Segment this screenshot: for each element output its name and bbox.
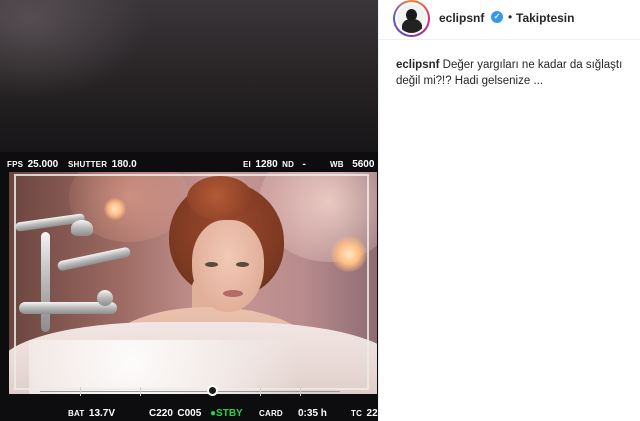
ei-label: EI bbox=[243, 160, 251, 169]
timeline-bar bbox=[40, 391, 340, 392]
timeline-tick bbox=[300, 387, 301, 396]
faucet-pipe bbox=[41, 232, 50, 332]
clip-left: C220 bbox=[149, 408, 173, 419]
faucet-head bbox=[71, 220, 93, 236]
battery-value: 13.7V bbox=[88, 408, 116, 419]
avatar[interactable] bbox=[393, 0, 430, 37]
ei-value: 1280 bbox=[255, 159, 278, 170]
nd-value: - bbox=[302, 159, 306, 170]
eye bbox=[236, 262, 249, 267]
hud-card-time: 0:35 h bbox=[298, 403, 327, 421]
caption-username[interactable]: eclipsnf bbox=[396, 59, 439, 71]
avatar-figure-body bbox=[402, 19, 422, 33]
stby-label: STBY bbox=[216, 408, 243, 419]
hud-card: CARD bbox=[259, 403, 283, 421]
post-header: eclipsnf ✓ • Takiptesin bbox=[379, 0, 640, 40]
fps-label: FPS bbox=[7, 160, 24, 169]
timecode-value: 22 bbox=[366, 408, 378, 419]
hud-stby: ●STBY bbox=[210, 403, 243, 421]
hud-wb: WB 5600 bbox=[330, 154, 374, 172]
hud-ei: EI 1280 ND - bbox=[243, 154, 306, 172]
hud-timecode: TC 22 bbox=[351, 403, 378, 421]
verified-badge-icon: ✓ bbox=[491, 11, 503, 23]
background-top bbox=[0, 0, 378, 152]
face bbox=[192, 220, 264, 312]
faucet-handle bbox=[97, 290, 113, 306]
timeline-knob bbox=[207, 385, 218, 396]
hud-clip: C220 C005 bbox=[149, 403, 201, 421]
hud-battery: BAT 13.7V bbox=[68, 403, 115, 421]
clip-right: C005 bbox=[177, 408, 202, 419]
card-value: 0:35 h bbox=[298, 408, 327, 419]
timeline-tick bbox=[140, 387, 141, 396]
foam bbox=[29, 340, 369, 394]
separator-dot: • bbox=[508, 10, 513, 24]
follow-button[interactable]: Takiptesin bbox=[516, 11, 574, 25]
battery-label: BAT bbox=[68, 409, 85, 418]
lips bbox=[223, 290, 243, 297]
viewfinder-image bbox=[9, 172, 377, 394]
avatar-border bbox=[395, 2, 428, 35]
post-media[interactable]: FPS 25.000 SHUTTER 180.0 EI 1280 ND - WB… bbox=[0, 0, 378, 421]
shutter-label: SHUTTER bbox=[68, 160, 108, 169]
wb-value: 5600 bbox=[352, 159, 375, 170]
shutter-value: 180.0 bbox=[111, 159, 137, 170]
hair-bun bbox=[187, 176, 253, 220]
hud-fps: FPS 25.000 bbox=[7, 154, 58, 172]
author-username[interactable]: eclipsnf bbox=[439, 11, 484, 25]
card-label: CARD bbox=[259, 409, 283, 418]
panel-divider bbox=[378, 0, 379, 421]
post-caption: eclipsnf Değer yargıları ne kadar da sığ… bbox=[396, 58, 628, 89]
timeline-tick bbox=[260, 387, 261, 396]
candle-light bbox=[331, 236, 367, 272]
avatar-image bbox=[397, 4, 426, 33]
timeline-tick bbox=[80, 387, 81, 396]
candle-light bbox=[104, 198, 126, 220]
bathtub-scene bbox=[9, 172, 377, 394]
nd-label: ND bbox=[282, 160, 295, 169]
timecode-label: TC bbox=[351, 409, 363, 418]
eye bbox=[205, 262, 218, 267]
wb-label: WB bbox=[330, 160, 344, 169]
hud-shutter: SHUTTER 180.0 bbox=[68, 154, 137, 172]
avatar-figure-head bbox=[406, 9, 417, 21]
fps-value: 25.000 bbox=[27, 159, 59, 170]
